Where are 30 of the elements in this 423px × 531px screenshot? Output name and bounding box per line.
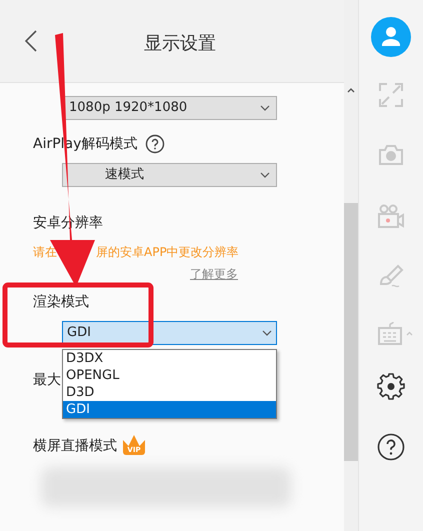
landscape-mode-label: 横屏直播模式 (33, 437, 117, 455)
render-mode-label: 渲染模式 (33, 293, 90, 311)
camera-icon[interactable] (378, 144, 404, 166)
notice-text: 屏的安卓APP中更改分辨率 (96, 245, 239, 260)
video-camera-icon[interactable] (377, 204, 405, 230)
brush-icon[interactable] (378, 264, 404, 290)
caret-up-icon[interactable] (406, 330, 413, 336)
scrollbar-thumb[interactable] (344, 203, 358, 461)
fullscreen-icon[interactable] (378, 82, 404, 108)
render-option[interactable]: GDI (63, 401, 276, 418)
chevron-down-icon (262, 330, 272, 336)
render-option[interactable]: D3DX (63, 350, 276, 367)
chevron-down-icon (260, 105, 270, 111)
page-title: 显示设置 (144, 32, 216, 56)
render-option[interactable]: D3D (63, 384, 276, 401)
max-label: 最大 (33, 371, 61, 389)
chevron-down-icon (260, 172, 270, 178)
help-icon[interactable] (377, 433, 405, 461)
resolution-select[interactable]: 1080p 1920*1080 (62, 96, 277, 120)
render-option[interactable]: OPENGL (63, 367, 276, 384)
render-select[interactable]: GDI (62, 321, 277, 345)
avatar-icon[interactable] (371, 17, 411, 57)
scrollbar[interactable] (344, 0, 358, 531)
settings-icon[interactable] (377, 372, 405, 400)
scroll-up-icon[interactable] (347, 88, 355, 93)
decode-select[interactable]: 速模式 (62, 163, 277, 187)
notice-text: 请在 (33, 245, 57, 260)
keyboard-icon[interactable] (377, 320, 403, 346)
back-icon[interactable] (25, 30, 37, 52)
help-icon[interactable] (145, 134, 166, 154)
